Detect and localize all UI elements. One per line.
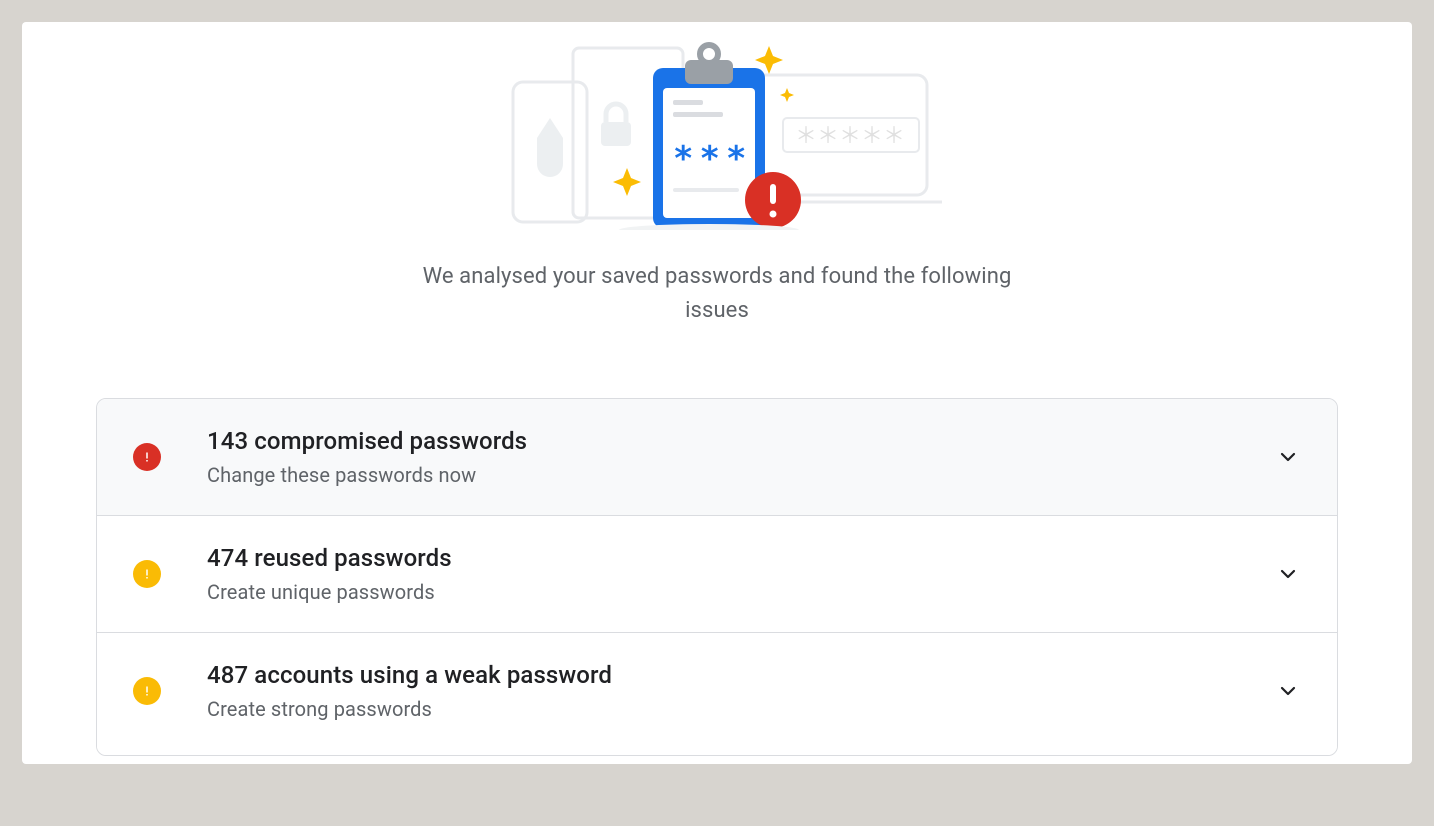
issue-title: 143 compromised passwords (207, 427, 1275, 455)
issue-subtitle: Create strong passwords (207, 697, 1275, 721)
alert-icon (133, 443, 161, 471)
issue-text: 487 accounts using a weak password Creat… (207, 661, 1275, 721)
issue-subtitle: Create unique passwords (207, 580, 1275, 604)
issue-text: 474 reused passwords Create unique passw… (207, 544, 1275, 604)
issue-title: 474 reused passwords (207, 544, 1275, 572)
issue-row-weak[interactable]: 487 accounts using a weak password Creat… (97, 633, 1337, 755)
warning-icon (133, 677, 161, 705)
issue-text: 143 compromised passwords Change these p… (207, 427, 1275, 487)
issues-list: 143 compromised passwords Change these p… (96, 398, 1338, 756)
svg-text:＊＊＊＊＊: ＊＊＊＊＊ (795, 124, 905, 149)
chevron-down-icon (1275, 561, 1301, 587)
svg-text:***: *** (673, 139, 752, 179)
issue-row-reused[interactable]: 474 reused passwords Create unique passw… (97, 516, 1337, 633)
issue-row-compromised[interactable]: 143 compromised passwords Change these p… (97, 399, 1337, 516)
warning-icon (133, 560, 161, 588)
issue-subtitle: Change these passwords now (207, 463, 1275, 487)
issue-title: 487 accounts using a weak password (207, 661, 1275, 689)
summary-text: We analysed your saved passwords and fou… (397, 260, 1037, 328)
chevron-down-icon (1275, 444, 1301, 470)
chevron-down-icon (1275, 678, 1301, 704)
hero-illustration: ＊＊＊＊＊ (22, 30, 1412, 230)
password-checkup-panel: ＊＊＊＊＊ (22, 22, 1412, 764)
